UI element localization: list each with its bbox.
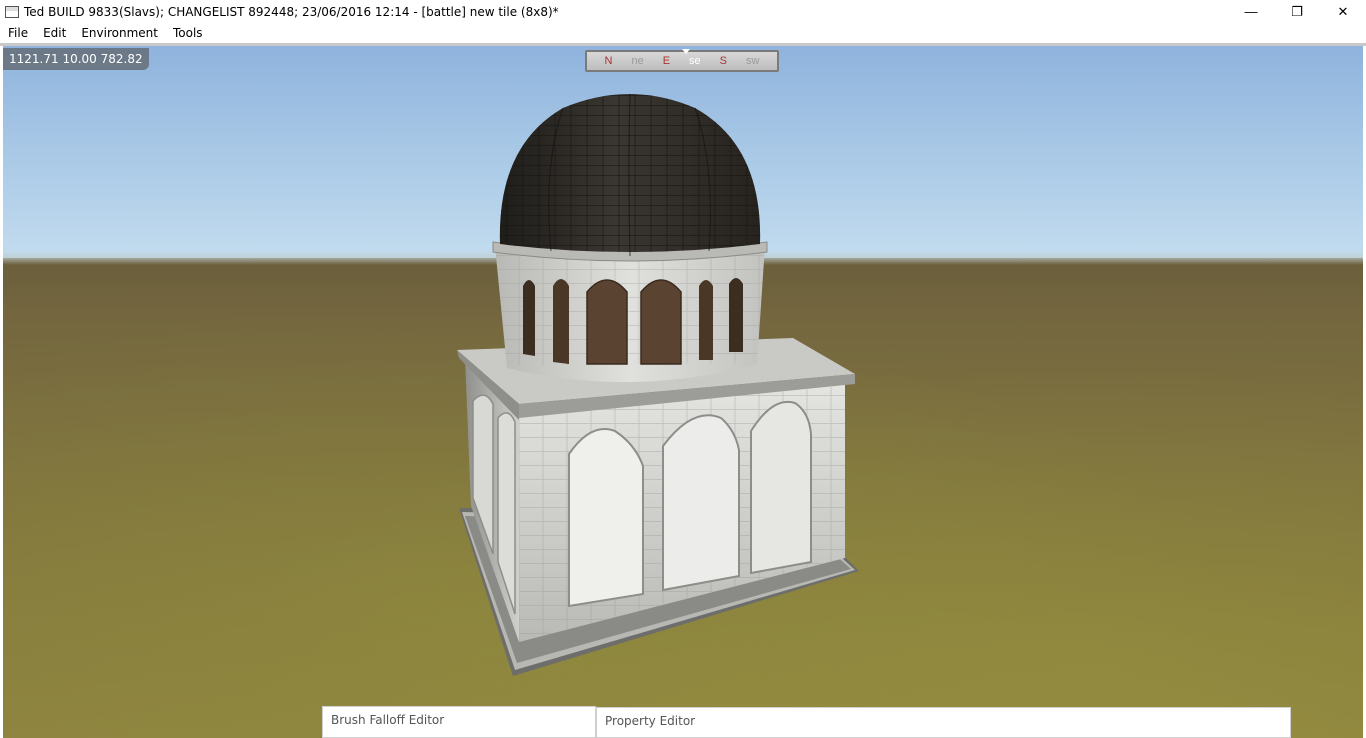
compass-north: N: [604, 55, 613, 67]
app-icon: [5, 5, 19, 18]
compass-needle: [682, 49, 690, 54]
menu-tools[interactable]: Tools: [166, 26, 210, 40]
compass-east: E: [662, 55, 671, 67]
title-bar: Ted BUILD 9833(Slavs); CHANGELIST 892448…: [0, 0, 1366, 23]
compass-bar: N ne E se S sw: [585, 49, 779, 72]
menu-file[interactable]: File: [1, 26, 35, 40]
minimize-button[interactable]: —: [1228, 0, 1274, 23]
brush-falloff-editor-title: Brush Falloff Editor: [331, 713, 445, 727]
window-title: Ted BUILD 9833(Slavs); CHANGELIST 892448…: [24, 4, 559, 19]
menu-bar: File Edit Environment Tools: [0, 23, 1366, 43]
property-editor-title: Property Editor: [605, 714, 696, 728]
compass-southwest: sw: [746, 55, 760, 67]
compass-southeast: se: [689, 55, 701, 67]
brush-falloff-editor-panel[interactable]: Brush Falloff Editor: [322, 706, 596, 738]
domed-building-model[interactable]: [3, 46, 1363, 738]
restore-button[interactable]: ❐: [1274, 0, 1320, 23]
close-button[interactable]: ✕: [1320, 0, 1366, 23]
3d-viewport[interactable]: 1121.71 10.00 782.82 N ne E se S sw: [3, 46, 1363, 738]
menu-edit[interactable]: Edit: [36, 26, 73, 40]
compass-northeast: ne: [631, 55, 644, 67]
window-controls: — ❐ ✕: [1228, 0, 1366, 23]
property-editor-panel[interactable]: Property Editor: [596, 707, 1291, 738]
menu-environment[interactable]: Environment: [74, 26, 165, 40]
camera-coordinates: 1121.71 10.00 782.82: [3, 48, 149, 70]
compass-south: S: [719, 55, 728, 67]
